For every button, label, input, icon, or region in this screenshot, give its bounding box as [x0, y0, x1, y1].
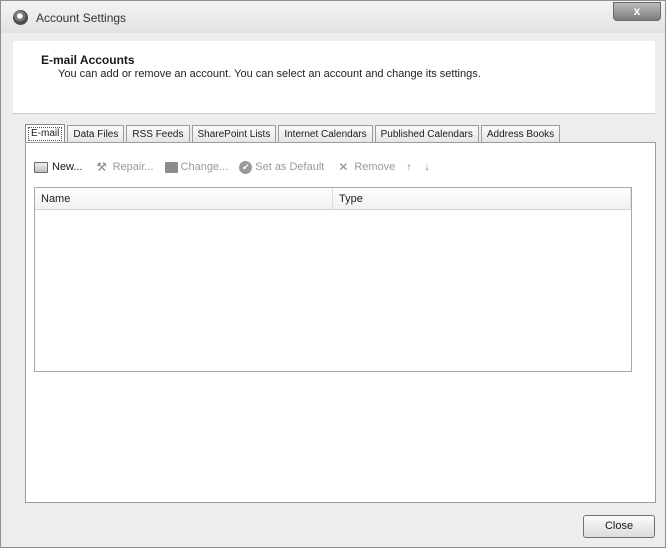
column-header-type[interactable]: Type — [333, 188, 631, 210]
window-close-button[interactable]: x — [613, 2, 661, 21]
account-settings-window: Account Settings x E-mail Accounts You c… — [0, 0, 666, 548]
set-default-button[interactable]: ✔ Set as Default — [239, 160, 325, 174]
tab-internet-calendars[interactable]: Internet Calendars — [278, 125, 373, 143]
new-button-label: New... — [52, 161, 83, 173]
move-up-arrow-icon[interactable]: ↑ — [406, 162, 411, 173]
set-default-button-label: Set as Default — [255, 161, 325, 173]
header-description: You can add or remove an account. You ca… — [58, 68, 481, 80]
change-icon — [164, 161, 178, 173]
change-button-label: Change... — [180, 161, 229, 173]
account-list[interactable]: Name Type — [34, 187, 632, 372]
remove-icon: ✕ — [338, 160, 349, 174]
close-button-label: Close — [604, 520, 634, 532]
list-header: Name Type — [35, 188, 631, 210]
repair-button[interactable]: ⚒ Repair... — [94, 160, 154, 174]
repair-icon: ⚒ — [96, 160, 107, 174]
tab-email[interactable]: E-mail — [25, 124, 66, 144]
account-list-body[interactable] — [35, 211, 631, 371]
remove-button-label: Remove — [354, 161, 396, 173]
close-icon: x — [633, 4, 641, 18]
checkmark-icon: ✔ — [239, 160, 253, 174]
tab-published-calendars[interactable]: Published Calendars — [374, 125, 479, 143]
tab-address-books[interactable]: Address Books — [480, 125, 561, 143]
account-toolbar: New... ⚒ Repair... Change... ✔ Set as De… — [34, 157, 442, 177]
window-title: Account Settings — [36, 11, 127, 25]
change-button[interactable]: Change... — [164, 161, 229, 173]
tab-rss-feeds[interactable]: RSS Feeds — [126, 125, 190, 143]
move-down-arrow-icon[interactable]: ↓ — [424, 162, 429, 173]
remove-button[interactable]: ✕ Remove — [335, 160, 395, 174]
title-bar[interactable]: Account Settings x — [1, 1, 665, 33]
dialog-header: E-mail Accounts You can add or remove an… — [13, 41, 655, 114]
tab-data-files[interactable]: Data Files — [67, 125, 125, 143]
new-account-icon — [34, 161, 48, 173]
tab-strip: E-mail Data Files RSS Feeds SharePoint L… — [25, 123, 562, 144]
header-title: E-mail Accounts — [41, 53, 135, 67]
account-settings-icon — [13, 10, 28, 25]
close-button[interactable]: Close — [583, 515, 655, 538]
repair-button-label: Repair... — [112, 161, 154, 173]
new-button[interactable]: New... — [34, 161, 83, 173]
tab-sharepoint-lists[interactable]: SharePoint Lists — [191, 125, 277, 143]
column-header-name[interactable]: Name — [35, 188, 333, 210]
email-tab-panel: New... ⚒ Repair... Change... ✔ Set as De… — [25, 142, 656, 503]
